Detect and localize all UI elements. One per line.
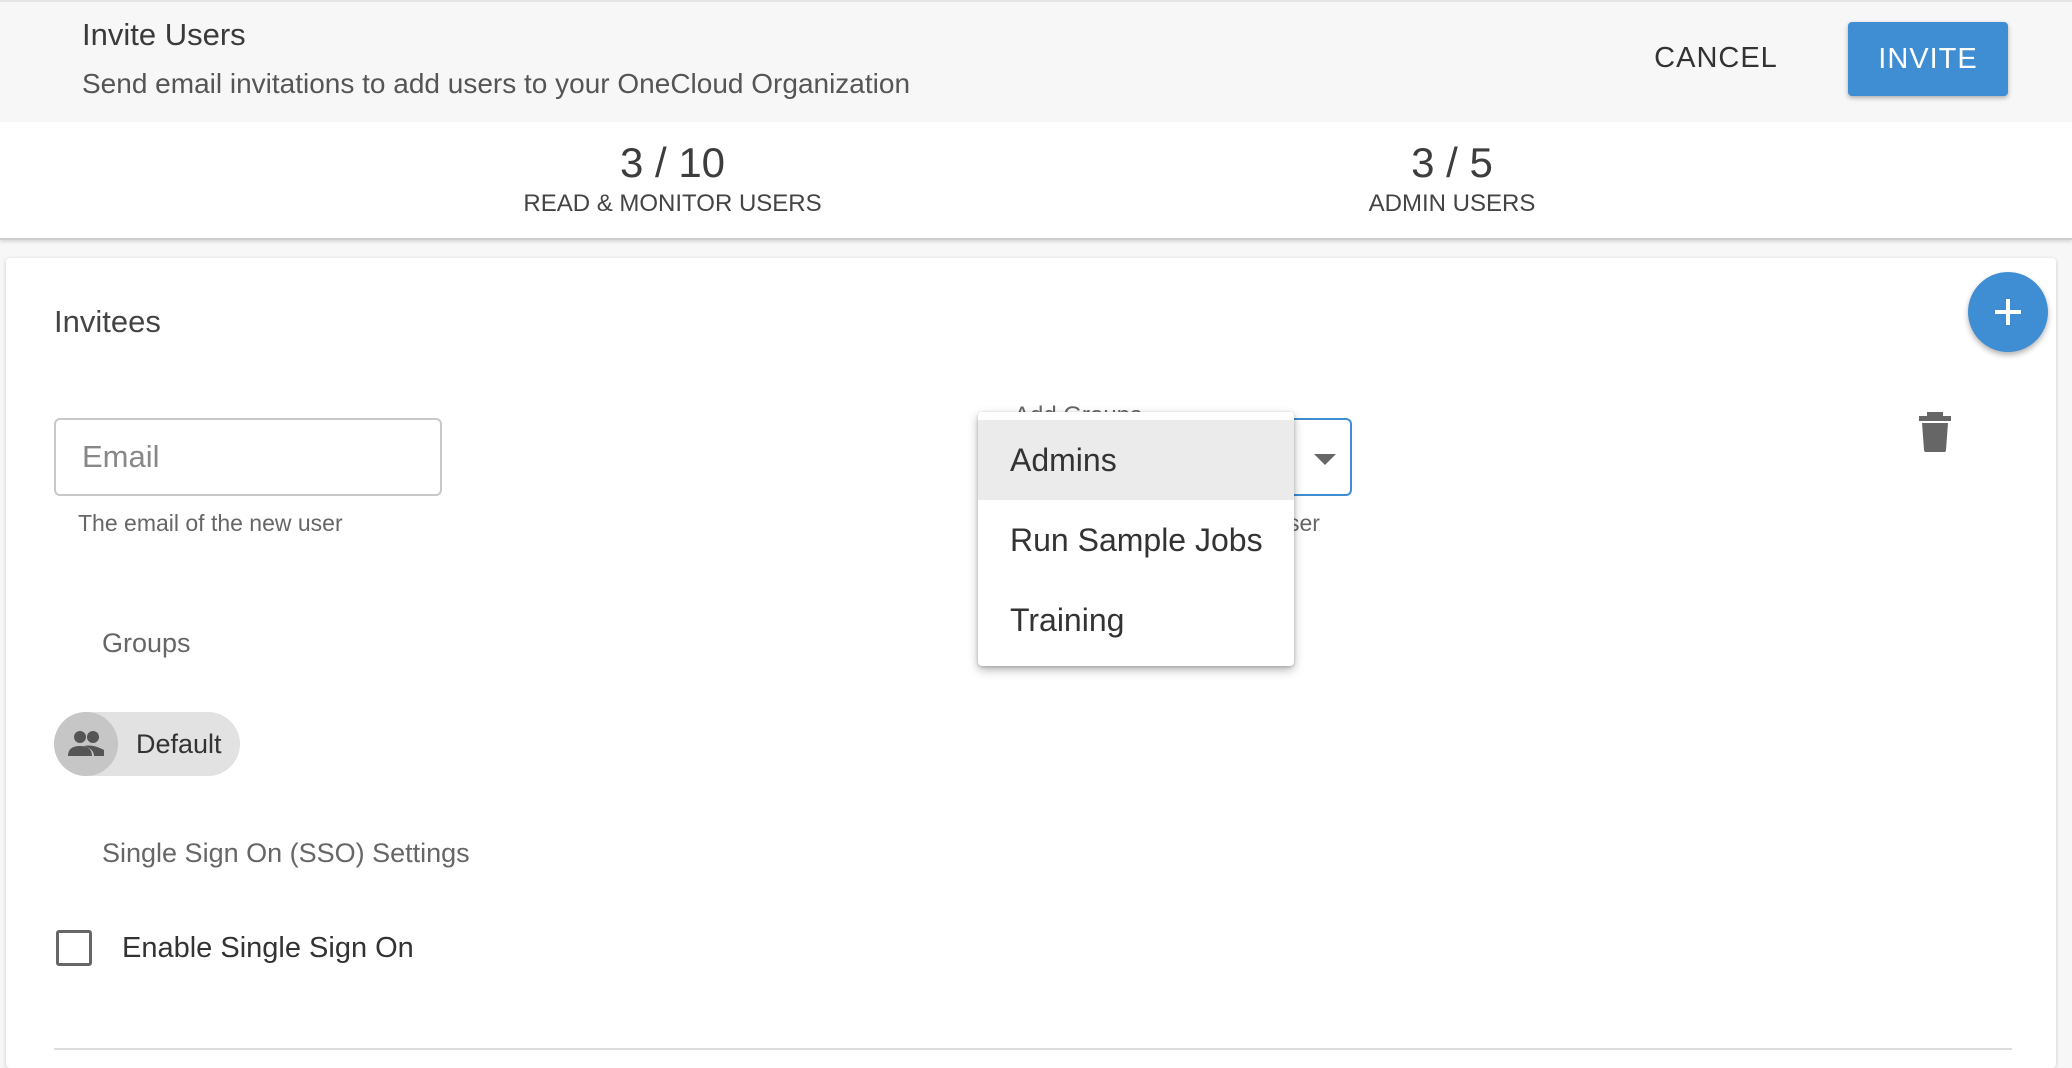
cancel-button[interactable]: CANCEL [1636, 22, 1796, 94]
dropdown-arrow-icon [1314, 454, 1336, 465]
dropdown-option-admins[interactable]: Admins [978, 420, 1294, 500]
page-subtitle: Send email invitations to add users to y… [82, 68, 911, 99]
email-field[interactable] [54, 418, 442, 496]
stat-label: READ & MONITOR USERS [523, 190, 822, 217]
stat-label: ADMIN USERS [1368, 190, 1536, 217]
groups-section-label: Groups [102, 628, 191, 658]
email-help-text: The email of the new user [78, 510, 343, 536]
add-invitee-button[interactable] [1968, 272, 2048, 352]
trash-icon[interactable] [1918, 412, 1952, 452]
dropdown-option-training[interactable]: Training [978, 580, 1294, 660]
sso-section-label: Single Sign On (SSO) Settings [102, 838, 470, 868]
invite-button[interactable]: INVITE [1848, 22, 2008, 96]
dropdown-option-run-sample-jobs[interactable]: Run Sample Jobs [978, 500, 1294, 580]
read-monitor-users-stat: 3 / 10 READ & MONITOR USERS [520, 140, 825, 218]
user-stats-bar: 3 / 10 READ & MONITOR USERS 3 / 5 ADMIN … [0, 122, 2072, 240]
enable-sso-label: Enable Single Sign On [122, 932, 414, 964]
chip-avatar [54, 712, 118, 776]
stat-value: 3 / 10 [619, 139, 726, 186]
groups-dropdown-menu: Admins Run Sample Jobs Training [978, 412, 1294, 666]
stat-value: 3 / 5 [1411, 139, 1493, 186]
invitees-title: Invitees [54, 304, 161, 339]
plus-icon [1995, 299, 2021, 325]
divider [54, 1048, 2012, 1050]
people-icon [68, 731, 104, 756]
page-title: Invite Users [82, 17, 246, 52]
admin-users-stat: 3 / 5 ADMIN USERS [1362, 140, 1542, 218]
chip-label: Default [136, 729, 222, 759]
enable-sso-checkbox[interactable] [56, 930, 92, 966]
page-header: Invite Users Send email invitations to a… [0, 0, 2072, 122]
group-chip-default[interactable]: Default [54, 712, 240, 776]
